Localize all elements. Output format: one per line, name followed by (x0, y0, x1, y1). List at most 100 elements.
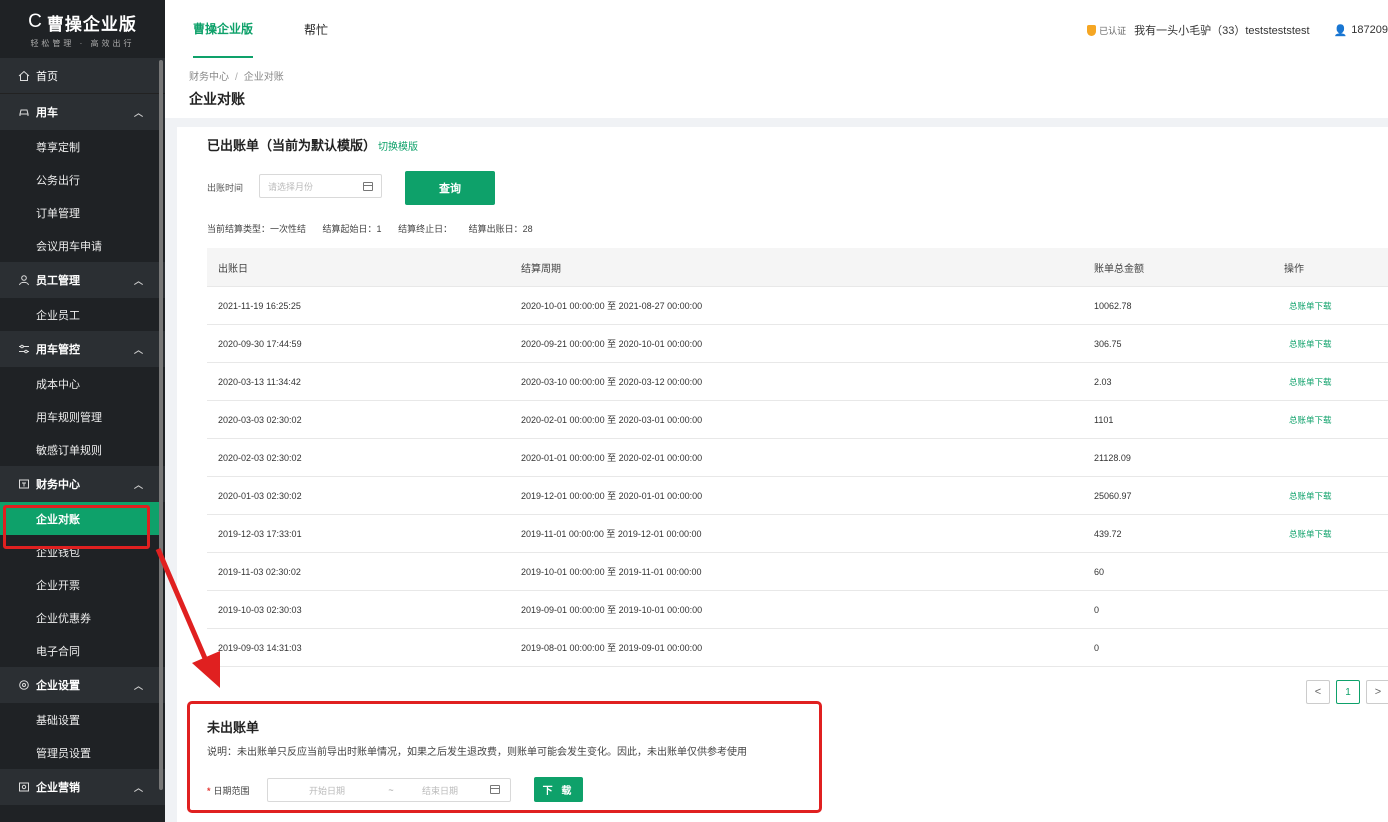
bill-date-cell: 2021-11-19 16:25:25 (218, 300, 301, 311)
sidebar-group-1[interactable]: 员工管理 ︿ (0, 262, 165, 298)
amount-cell: 21128.09 (1094, 452, 1131, 463)
bill-date-cell: 2019-11-03 02:30:02 (218, 566, 301, 577)
query-button[interactable]: 查询 (405, 171, 495, 205)
breadcrumb-current: 企业对账 (243, 72, 284, 83)
sliders-icon (19, 344, 29, 354)
sidebar-item-2-1[interactable]: 用车规则管理 (0, 400, 165, 433)
settle-period-cell: 2019-11-01 00:00:00 至 2019-12-01 00:00:0… (521, 529, 702, 539)
sidebar-item-0-1[interactable]: 公务出行 (0, 163, 165, 196)
page-title: 企业对账 (189, 91, 245, 107)
amount-cell: 10062.78 (1094, 300, 1132, 311)
amount-cell: 306.75 (1094, 338, 1122, 349)
sidebar-groups: 用车 ︿ 尊享定制 公务出行 订单管理 会议用车申请 员工管理 ︿ 企业员工 用车管控 ︿ 成本中心用… (0, 94, 165, 805)
certified-label: 已认证 (1099, 25, 1127, 36)
sidebar-item-label: 首页 (36, 70, 58, 83)
table-row: 2020-03-03 02:30:02 2020-02-01 00:00:00 至… (207, 401, 1388, 439)
sidebar-group-5[interactable]: 企业营销 ︿ (0, 769, 165, 805)
sidebar-group-label: 用车管控 (36, 344, 80, 356)
settle-period-cell: 2019-10-01 00:00:00 至 2019-11-01 00:00:0… (521, 567, 702, 577)
sidebar-item-0-0[interactable]: 尊享定制 (0, 130, 165, 163)
next-page-button[interactable]: > (1366, 680, 1388, 704)
tab-help[interactable]: 帮忙 (304, 0, 328, 58)
amount-cell: 0 (1094, 642, 1100, 653)
amount-cell: 439.72 (1094, 528, 1122, 539)
settle-period-cell: 2020-10-01 00:00:00 至 2021-08-27 00:00:0… (521, 301, 703, 311)
download-bill-link[interactable]: 总账单下载 (1289, 529, 1332, 539)
user-icon: 👤 (1333, 24, 1348, 37)
table-row: 2020-03-13 11:34:42 2020-03-10 00:00:00 至… (207, 363, 1388, 401)
certified-badge: 已认证 (1087, 24, 1126, 37)
chevron-up-icon: ︿ (133, 480, 143, 490)
amount-cell: 0 (1094, 604, 1100, 615)
marketing-icon (19, 782, 29, 792)
sidebar-group-4[interactable]: 企业设置 ︿ (0, 667, 165, 703)
billed-section-title: 已出账单（当前为默认模版） 切换模版 (207, 135, 418, 154)
download-bill-link[interactable]: 总账单下载 (1289, 377, 1332, 387)
column-header: 结算周期 (521, 263, 561, 275)
table-row: 2021-11-19 16:25:25 2020-10-01 00:00:00 至… (207, 287, 1388, 325)
sidebar-group-2[interactable]: 用车管控 ︿ (0, 331, 165, 367)
download-bill-link[interactable]: 总账单下载 (1289, 339, 1332, 349)
sidebar-item-3-3[interactable]: 企业优惠券 (0, 601, 165, 634)
month-picker-input[interactable]: 请选择月份 (259, 174, 382, 198)
bill-date-cell: 2019-10-03 02:30:03 (218, 604, 302, 615)
table-row: 2019-10-03 02:30:03 2019-09-01 00:00:00 至… (207, 591, 1388, 629)
sidebar-group-label: 用车 (36, 107, 58, 119)
sidebar-item-2-0[interactable]: 成本中心 (0, 367, 165, 400)
user-phone[interactable]: 187209 (1351, 24, 1388, 36)
sidebar-group-label: 员工管理 (36, 275, 80, 287)
company-name[interactable]: 我有一头小毛驴（33）teststeststest (1134, 22, 1309, 38)
sidebar-item-0-3[interactable]: 会议用车申请 (0, 229, 165, 262)
highlight-box-unbilled (187, 701, 822, 813)
amount-cell: 25060.97 (1094, 490, 1132, 501)
chevron-up-icon: ︿ (133, 681, 143, 691)
sidebar-item-4-0[interactable]: 基础设置 (0, 703, 165, 736)
amount-cell: 60 (1094, 566, 1105, 577)
download-bill-link[interactable]: 总账单下载 (1289, 415, 1332, 425)
action-cell: 总账单下载 (1278, 528, 1388, 540)
switch-template-link[interactable]: 切换模版 (378, 142, 418, 153)
download-bill-link[interactable]: 总账单下载 (1289, 301, 1332, 311)
sidebar-group-0[interactable]: 用车 ︿ (0, 94, 165, 130)
logo-letter: C (28, 11, 43, 32)
sidebar-item-3-2[interactable]: 企业开票 (0, 568, 165, 601)
prev-page-button[interactable]: < (1306, 680, 1330, 704)
table-row: 2019-11-03 02:30:02 2019-10-01 00:00:00 至… (207, 553, 1388, 591)
settle-period-cell: 2019-08-01 00:00:00 至 2019-09-01 00:00:0… (521, 643, 703, 653)
chevron-up-icon: ︿ (133, 276, 143, 286)
breadcrumb-parent[interactable]: 财务中心 (189, 72, 229, 83)
car-icon (19, 109, 29, 116)
user-icon (19, 275, 29, 286)
settlement-info: 当前结算类型：一次性结 结算起始日：1 结算终止日： 结算出账日：28 (207, 222, 547, 235)
settle-period-cell: 2020-09-21 00:00:00 至 2020-10-01 00:00:0… (521, 339, 703, 349)
sidebar-item-4-1[interactable]: 管理员设置 (0, 736, 165, 769)
sidebar-item-2-2[interactable]: 敏感订单规则 (0, 433, 165, 466)
tab-enterprise[interactable]: 曹操企业版 (193, 0, 254, 58)
chevron-up-icon: ︿ (133, 783, 143, 793)
header-user-info: 已认证 我有一头小毛驴（33）teststeststest 👤 187209 (1087, 22, 1388, 38)
settle-start-day: 结算起始日：1 (322, 224, 382, 234)
logo-title: C 曹操企业版 (28, 10, 137, 35)
title-band (165, 58, 1388, 118)
action-cell: 总账单下载 (1278, 300, 1388, 312)
table-row: 2019-09-03 14:31:03 2019-08-01 00:00:00 至… (207, 629, 1388, 667)
sidebar-item-1-0[interactable]: 企业员工 (0, 298, 165, 331)
sidebar-item-home[interactable]: 首页 (0, 58, 165, 94)
sidebar-item-0-2[interactable]: 订单管理 (0, 196, 165, 229)
action-cell: 总账单下载 (1278, 338, 1388, 350)
download-bill-link[interactable]: 总账单下载 (1289, 491, 1332, 501)
page-1-button[interactable]: 1 (1336, 680, 1360, 704)
bill-date-cell: 2020-03-13 11:34:42 (218, 376, 301, 387)
column-header: 操作 (1284, 263, 1304, 275)
home-icon (18, 70, 30, 81)
sidebar-item-3-4[interactable]: 电子合同 (0, 634, 165, 667)
calendar-icon (363, 181, 373, 191)
settle-type: 当前结算类型：一次性结 (207, 224, 307, 234)
logo[interactable]: C 曹操企业版 轻松管理 · 高效出行 (0, 0, 165, 58)
bill-date-cell: 2020-02-03 02:30:02 (218, 452, 302, 463)
sidebar-group-3[interactable]: 财务中心 ︿ (0, 466, 165, 502)
billed-title: 已出账单（当前为默认模版） (207, 138, 377, 153)
table-body: 2021-11-19 16:25:25 2020-10-01 00:00:00 至… (207, 287, 1388, 667)
settle-period-cell: 2019-09-01 00:00:00 至 2019-10-01 00:00:0… (521, 605, 703, 615)
settle-period-cell: 2020-01-01 00:00:00 至 2020-02-01 00:00:0… (521, 453, 703, 463)
